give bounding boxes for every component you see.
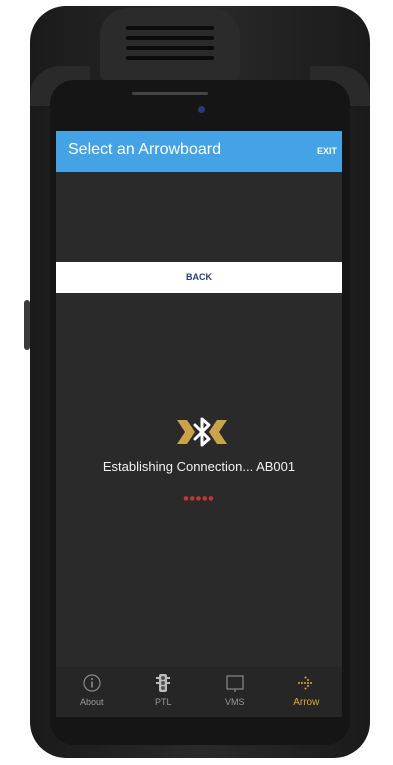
- nav-item-ptl[interactable]: PTL: [128, 667, 200, 717]
- nav-item-arrow[interactable]: Arrow: [271, 667, 343, 717]
- app-screen: Select an Arrowboard EXIT BACK Establish…: [56, 131, 342, 717]
- app-bar: Select an Arrowboard EXIT: [56, 131, 342, 172]
- product-photo: Select an Arrowboard EXIT BACK Establish…: [0, 0, 393, 765]
- speaker-grille: [126, 36, 214, 40]
- nav-label: VMS: [224, 697, 245, 707]
- connection-status: Establishing Connection... AB001: [102, 459, 296, 474]
- speaker-grille: [126, 46, 214, 50]
- side-button: [24, 300, 30, 350]
- earpiece: [132, 92, 208, 95]
- traffic-light-icon: [156, 674, 171, 692]
- exit-button[interactable]: EXIT: [317, 146, 337, 156]
- nav-label: About: [79, 697, 104, 707]
- speaker-housing: [100, 8, 240, 80]
- nav-item-vms[interactable]: VMS: [199, 667, 271, 717]
- nav-label: PTL: [154, 697, 172, 707]
- speaker-grille: [126, 56, 214, 60]
- progress-indicator: ●●●●●: [183, 495, 215, 502]
- speaker-grille: [126, 26, 214, 30]
- info-icon: [83, 674, 101, 692]
- vms-sign-icon: [226, 675, 244, 692]
- bottom-navigation: About PTL VMS Arrow: [56, 667, 342, 717]
- back-button[interactable]: BACK: [56, 262, 342, 293]
- page-title: Select an Arrowboard: [68, 141, 221, 158]
- bluetooth-icon: [177, 417, 227, 447]
- front-camera: [198, 106, 205, 113]
- nav-label: Arrow: [293, 697, 320, 708]
- nav-item-about[interactable]: About: [56, 667, 128, 717]
- arrow-board-icon: [298, 676, 313, 690]
